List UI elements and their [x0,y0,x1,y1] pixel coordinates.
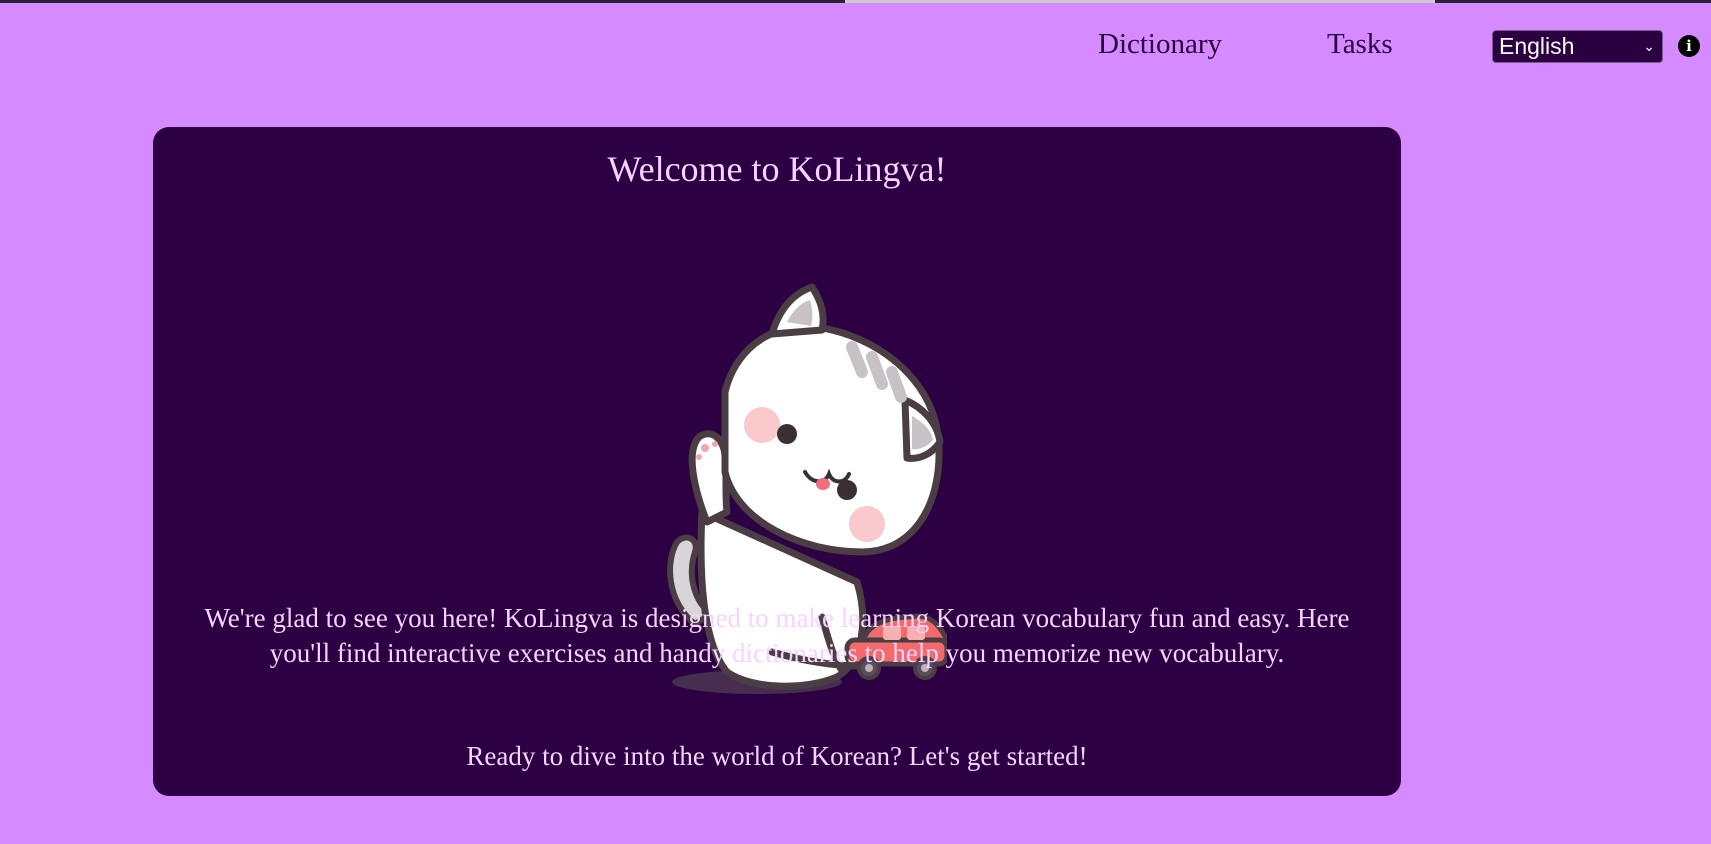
welcome-cta-text: Ready to dive into the world of Korean? … [466,741,1088,771]
nav-tasks-link[interactable]: Tasks [1327,26,1393,62]
browser-top-strip-highlight [845,0,1435,3]
info-icon[interactable]: i [1678,35,1700,57]
nav-dictionary-link[interactable]: Dictionary [1098,26,1222,62]
chevron-down-icon: ⌄ [1643,38,1655,54]
language-select[interactable]: English ⌄ [1492,30,1663,63]
welcome-intro-text: We're glad to see you here! KoLingva is … [204,603,1350,668]
language-select-value: English [1499,33,1575,59]
welcome-title: Welcome to KoLingva! [607,149,947,189]
welcome-card: Welcome to KoLingva! We're glad to see y… [153,127,1401,796]
